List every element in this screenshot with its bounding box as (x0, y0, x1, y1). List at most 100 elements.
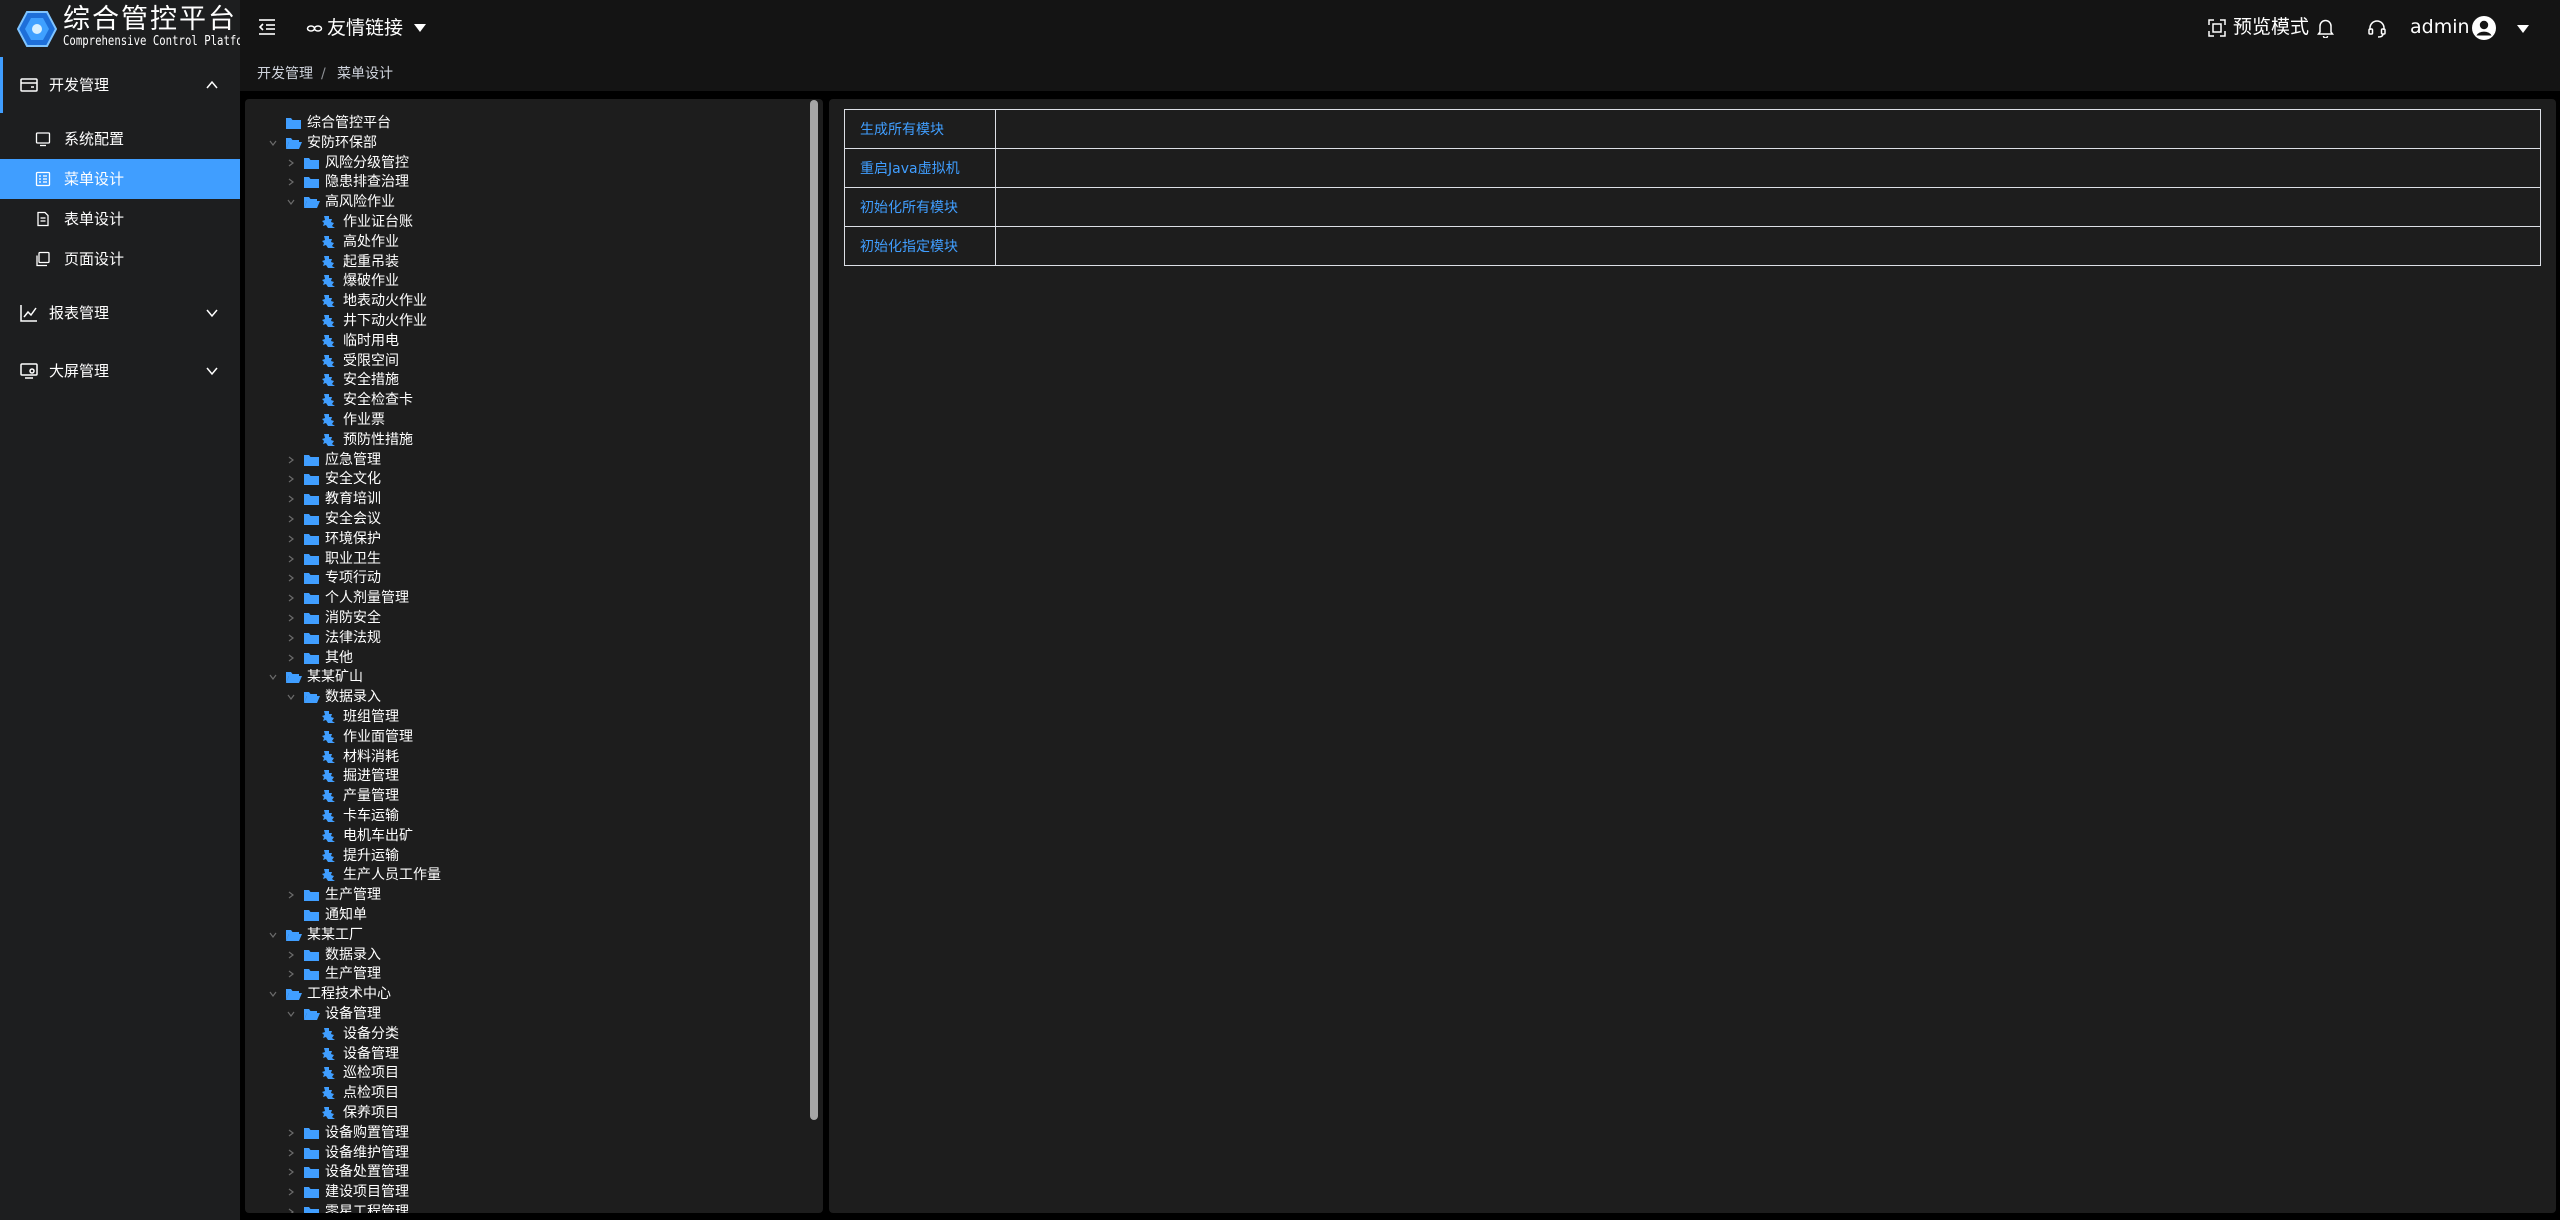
tree-node-label: 设备购置管理 (325, 1124, 409, 1141)
chevron-right-icon[interactable] (287, 159, 295, 167)
puzzle-icon (322, 315, 335, 327)
menu-group-dev-manage[interactable]: 开发管理 (0, 57, 240, 113)
puzzle-icon (322, 790, 335, 803)
sidebar-item-page-design[interactable]: 页面设计 (0, 239, 240, 279)
puzzle-icon (322, 275, 335, 288)
chevron-down-icon[interactable] (269, 139, 277, 147)
chevron-right-icon[interactable] (287, 475, 295, 483)
chevron-right-icon[interactable] (287, 1208, 295, 1213)
chevron-right-icon[interactable] (287, 634, 295, 642)
tree-node-label: 产量管理 (343, 788, 399, 805)
tree-node-label: 综合管控平台 (307, 115, 391, 131)
chevron-up-icon (206, 80, 218, 89)
puzzle-icon (322, 216, 335, 228)
init-all-modules-button[interactable]: 初始化所有模块 (844, 187, 996, 227)
tree-node-label: 安防环保部 (307, 134, 377, 151)
caret-down-icon[interactable] (413, 22, 427, 34)
tree-node-label: 爆破作业 (343, 273, 399, 290)
app-title: 综合管控平台 (63, 4, 237, 35)
folder-icon (304, 1127, 319, 1139)
tree-node-label: 专项行动 (325, 570, 381, 587)
puzzle-icon (322, 374, 335, 387)
headset-icon[interactable] (2367, 18, 2387, 38)
sidebar-item-form-design[interactable]: 表单设计 (0, 199, 240, 239)
generate-all-modules-button[interactable]: 生成所有模块 (844, 109, 996, 149)
puzzle-icon (322, 1087, 335, 1100)
chevron-right-icon[interactable] (287, 574, 295, 582)
chevron-down-icon[interactable] (287, 693, 295, 701)
sidebar-item-menu-design[interactable]: 菜单设计 (0, 159, 240, 199)
tree-node-label: 卡车运输 (343, 808, 399, 824)
chevron-right-icon[interactable] (287, 1168, 295, 1176)
dev-manage-icon (20, 78, 38, 92)
tree-node-label: 井下动火作业 (343, 313, 427, 329)
menu-group-big-screen[interactable]: 大屏管理 (0, 343, 240, 399)
chevron-right-icon[interactable] (287, 515, 295, 523)
folder-icon (304, 949, 319, 961)
menu-group-label: 报表管理 (49, 304, 110, 322)
chevron-right-icon[interactable] (287, 951, 295, 959)
app-root: 综合管控平台 Comprehensive Control Platform 开发… (0, 0, 2560, 1220)
table-cell (995, 187, 2541, 227)
restart-jvm-button[interactable]: 重启Java虚拟机 (844, 148, 996, 188)
init-specified-module-button[interactable]: 初始化指定模块 (844, 226, 996, 266)
chevron-down-icon[interactable] (269, 990, 277, 998)
chevron-right-icon[interactable] (287, 654, 295, 662)
tree-node-label: 法律法规 (325, 629, 381, 646)
chevron-down-icon[interactable] (287, 198, 295, 206)
chevron-right-icon[interactable] (287, 555, 295, 563)
tree-node-label: 巡检项目 (343, 1065, 399, 1082)
tree-node-label: 某某工厂 (307, 926, 363, 943)
bell-icon[interactable] (2316, 18, 2335, 38)
logo[interactable]: 综合管控平台 Comprehensive Control Platform (0, 0, 256, 57)
chevron-right-icon[interactable] (287, 614, 295, 622)
chevron-right-icon[interactable] (287, 891, 295, 899)
puzzle-icon (322, 869, 335, 882)
table-row: 重启Java虚拟机 (844, 148, 2541, 188)
chevron-right-icon[interactable] (287, 178, 295, 186)
chevron-right-icon[interactable] (287, 1129, 295, 1137)
chevron-right-icon[interactable] (287, 594, 295, 602)
puzzle-icon (322, 1047, 335, 1060)
table-row: 初始化指定模块 (844, 226, 2541, 266)
chevron-right-icon[interactable] (287, 456, 295, 464)
folder-open-icon (304, 1009, 320, 1020)
chevron-right-icon[interactable] (287, 495, 295, 503)
chevron-right-icon[interactable] (287, 1149, 295, 1157)
tree-node-label: 安全会议 (325, 511, 381, 527)
tree-node-label: 其他 (325, 649, 353, 666)
chevron-right-icon[interactable] (287, 970, 295, 978)
avatar-icon[interactable] (2472, 16, 2496, 40)
folder-icon (304, 474, 319, 486)
chevron-down-icon[interactable] (269, 673, 277, 681)
friend-links-dropdown[interactable]: 友情链接 (327, 16, 403, 40)
fullscreen-icon[interactable] (2208, 19, 2226, 37)
folder-icon (304, 652, 319, 664)
tree-node-label: 教育培训 (325, 491, 381, 508)
breadcrumb-item-dev-manage[interactable]: 开发管理 (257, 57, 313, 91)
preview-mode-button[interactable]: 预览模式 (2233, 15, 2309, 39)
folder-icon (304, 1207, 319, 1213)
chevron-down-icon[interactable] (287, 1010, 295, 1018)
puzzle-icon (322, 829, 335, 842)
tree-node-label: 作业面管理 (343, 728, 413, 745)
breadcrumb-separator: / (321, 66, 326, 82)
caret-down-icon[interactable] (2516, 23, 2530, 35)
collapse-sidebar-icon[interactable] (256, 16, 278, 38)
puzzle-icon (322, 730, 335, 743)
tree-node-label: 材料消耗 (343, 748, 399, 765)
tree-scrollbar[interactable] (810, 100, 818, 1120)
sidebar-item-system-config[interactable]: 系统配置 (0, 119, 240, 159)
folder-icon (304, 969, 319, 981)
tree-node-label: 高风险作业 (325, 194, 395, 211)
chevron-right-icon[interactable] (287, 535, 295, 543)
menu-tree-panel: 综合管控平台 安防环保部 风险分级管控 隐患排查治理 高风险作业 作业证台账 高处作业 起重吊… (245, 99, 823, 1213)
folder-icon (304, 890, 319, 902)
chevron-down-icon[interactable] (269, 931, 277, 939)
top-header: 友情链接 预览模式 admin (240, 0, 2560, 57)
menu-group-report-manage[interactable]: 报表管理 (0, 285, 240, 341)
chevron-right-icon[interactable] (287, 1188, 295, 1196)
user-name[interactable]: admin (2410, 15, 2470, 39)
actions-panel: 生成所有模块 重启Java虚拟机 初始化所有模块 初始化指定模块 (829, 99, 2556, 1213)
table-cell (995, 148, 2541, 188)
